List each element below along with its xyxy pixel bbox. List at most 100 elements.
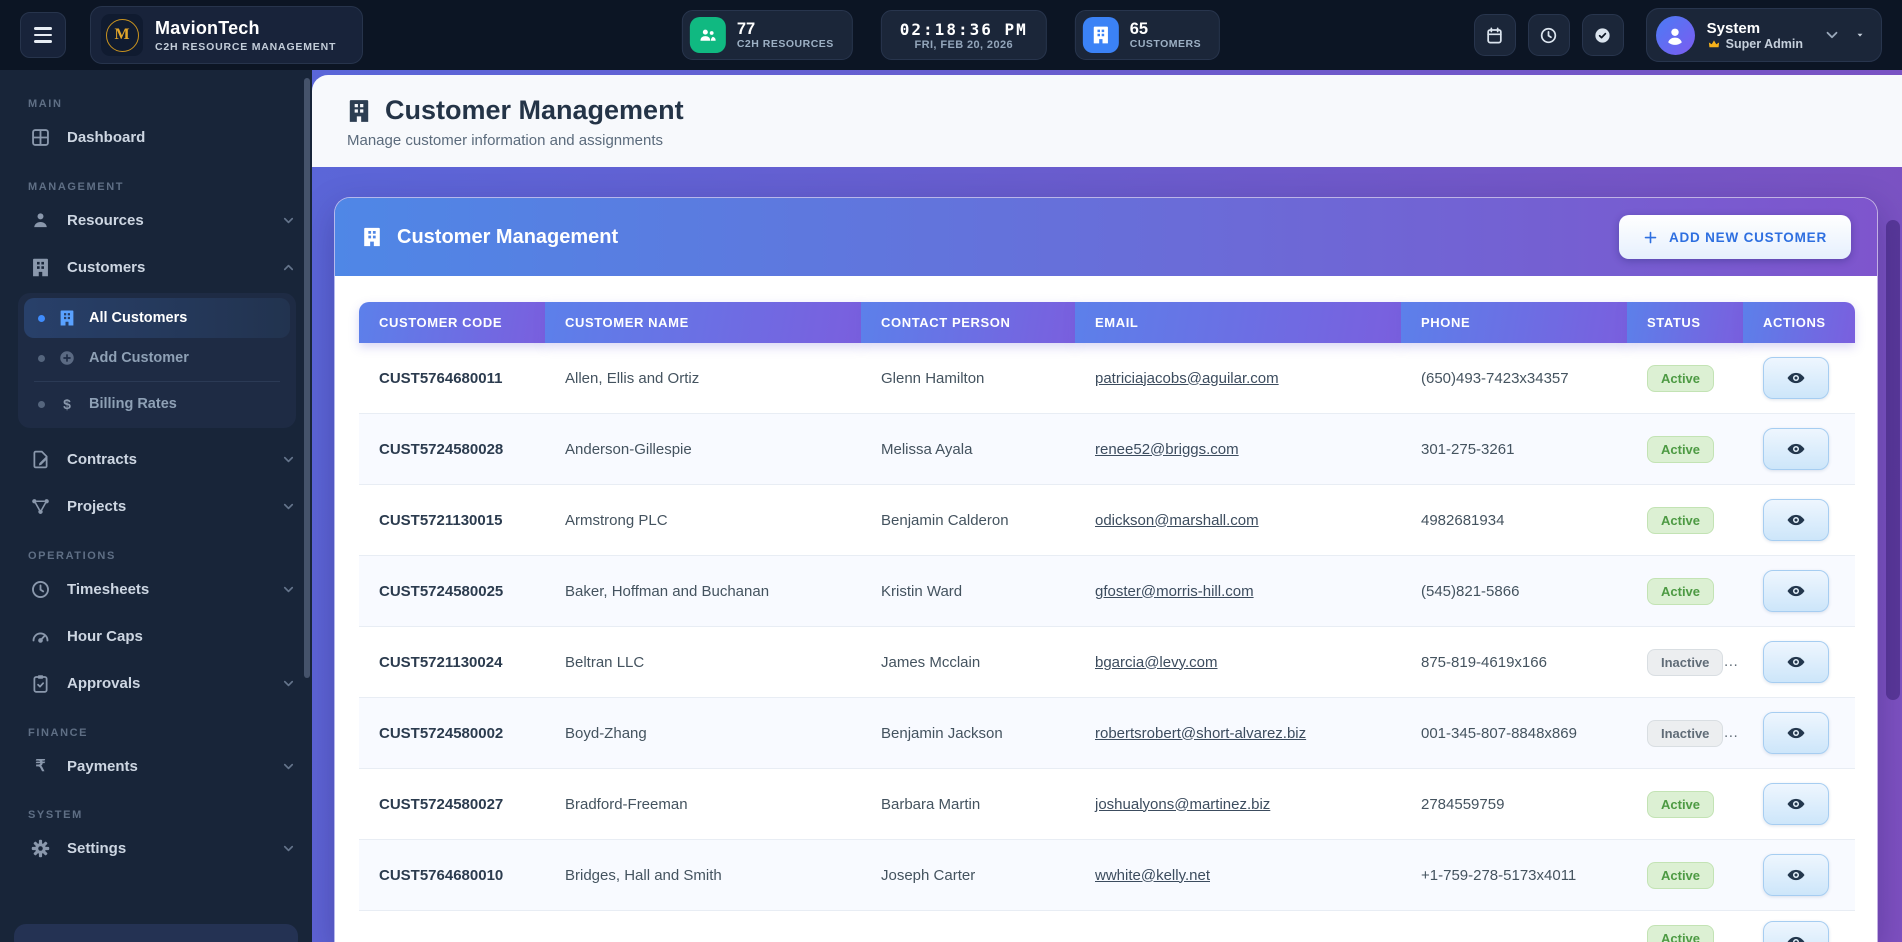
sidebar-item-contracts[interactable]: Contracts [0,436,312,483]
calendar-icon [1485,26,1504,45]
view-customer-button[interactable] [1763,921,1829,942]
cell-email [1075,911,1401,942]
sidebar-item-timesheets[interactable]: Timesheets [0,566,312,613]
cell-customer-code: CUST5724580028 [359,414,545,485]
chevron-down-icon [281,841,296,856]
view-customer-button[interactable] [1763,712,1829,754]
column-header-contact-person[interactable]: CONTACT PERSON [861,302,1075,343]
cell-phone: 2784559759 [1401,769,1627,840]
email-link[interactable]: robertsrobert@short-alvarez.biz [1095,725,1306,742]
sidebar-item-payments[interactable]: ₹ Payments [0,743,312,789]
email-link[interactable]: bgarcia@levy.com [1095,654,1218,671]
clock-button[interactable] [1528,14,1570,56]
column-header-status[interactable]: STATUS [1627,302,1743,343]
cell-status: Active [1627,840,1743,911]
status-badge: Inactive [1647,720,1723,747]
chevron-down-icon [281,582,296,597]
email-link[interactable]: renee52@briggs.com [1095,441,1239,458]
status-badge: Active [1647,578,1714,605]
bullet-dot [38,355,45,362]
email-link[interactable]: wwhite@kelly.net [1095,867,1210,884]
cell-status: Active [1627,556,1743,627]
brand-logo-icon: M [101,14,143,56]
cell-status: Active [1627,414,1743,485]
sidebar-item-customers[interactable]: Customers [0,244,312,291]
building-icon [361,226,383,248]
people-icon [690,17,726,53]
table-row: CUST5724580025Baker, Hoffman and Buchana… [359,556,1855,627]
person-icon [1663,23,1687,47]
add-new-customer-button[interactable]: ADD NEW CUSTOMER [1619,215,1851,259]
sidebar-item-hour-caps[interactable]: Hour Caps [0,613,312,660]
menu-toggle-button[interactable] [20,12,66,58]
check-circle-icon [1593,26,1612,45]
sidebar-item-all-customers[interactable]: All Customers [24,298,290,338]
customers-stat-badge: 65 CUSTOMERS [1075,10,1220,60]
page-subtitle: Manage customer information and assignme… [347,132,1866,149]
cell-phone: 875-819-4619x166 [1401,627,1627,698]
column-header-phone[interactable]: PHONE [1401,302,1627,343]
column-header-customer-code[interactable]: CUSTOMER CODE [359,302,545,343]
brand[interactable]: M MavionTech C2H RESOURCE MANAGEMENT [90,6,363,64]
calendar-button[interactable] [1474,14,1516,56]
cell-phone: (545)821-5866 [1401,556,1627,627]
chevron-down-icon [281,676,296,691]
card-header: Customer Management ADD NEW CUSTOMER [335,198,1877,276]
column-header-customer-name[interactable]: CUSTOMER NAME [545,302,861,343]
sidebar-item-projects[interactable]: Projects [0,483,312,530]
cell-customer-name: Anderson-Gillespie [545,414,861,485]
view-customer-button[interactable] [1763,570,1829,612]
view-customer-button[interactable] [1763,783,1829,825]
view-customer-button[interactable] [1763,499,1829,541]
eye-icon [1786,368,1806,388]
column-header-email[interactable]: EMAIL [1075,302,1401,343]
cell-customer-name: Boyd-Zhang [545,698,861,769]
cell-contact-person: Melissa Ayala [861,414,1075,485]
table-row: CUST5721130015Armstrong PLCBenjamin Cald… [359,485,1855,556]
column-header-actions[interactable]: ACTIONS [1743,302,1855,343]
table-row: CUST5724580002Boyd-ZhangBenjamin Jackson… [359,698,1855,769]
content-area: Customer Management Manage customer info… [312,70,1902,942]
sidebar-item-add-customer[interactable]: Add Customer [24,338,290,378]
sidebar-item-settings[interactable]: Settings [0,825,312,872]
main-scrollbar-thumb[interactable] [1886,220,1900,700]
cell-status: Inactive [1627,698,1743,769]
sidebar-item-resources[interactable]: Resources [0,197,312,244]
user-menu[interactable]: System Super Admin [1646,8,1882,62]
view-customer-button[interactable] [1763,854,1829,896]
view-customer-button[interactable] [1763,641,1829,683]
email-link[interactable]: joshualyons@martinez.biz [1095,796,1270,813]
brand-name: MavionTech [155,18,336,39]
sidebar-bottom-item[interactable] [14,924,298,942]
cell-customer-name: Bradford-Freeman [545,769,861,840]
cell-contact-person [861,911,1075,942]
chevron-down-icon [281,452,296,467]
plus-icon [1643,230,1658,245]
cell-actions [1743,414,1855,485]
sidebar-item-approvals[interactable]: Approvals [0,660,312,707]
sidebar-item-dashboard[interactable]: Dashboard [0,114,312,161]
cell-customer-name: Baker, Hoffman and Buchanan [545,556,861,627]
view-customer-button[interactable] [1763,357,1829,399]
email-link[interactable]: odickson@marshall.com [1095,512,1259,529]
table-row: CUST5721130024Beltran LLCJames Mcclainbg… [359,627,1855,698]
cell-email: patriciajacobs@aguilar.com [1075,343,1401,414]
clock-widget: 02:18:36 PM FRI, FEB 20, 2026 [881,10,1047,60]
view-customer-button[interactable] [1763,428,1829,470]
cell-customer-code [359,911,545,942]
customer-table: CUSTOMER CODE CUSTOMER NAME CONTACT PERS… [359,302,1855,942]
sidebar-item-billing-rates[interactable]: $ Billing Rates [24,385,290,423]
approvals-button[interactable] [1582,14,1624,56]
chevron-down-icon [1823,26,1841,44]
cell-email: renee52@briggs.com [1075,414,1401,485]
section-label-main: MAIN [28,98,312,110]
clock-icon [1539,26,1558,45]
email-link[interactable]: patriciajacobs@aguilar.com [1095,370,1279,387]
building-icon [1083,17,1119,53]
email-link[interactable]: gfoster@morris-hill.com [1095,583,1254,600]
sidebar-scrollbar-thumb[interactable] [304,78,310,678]
chevron-up-icon [281,260,296,275]
cell-customer-code: CUST5724580002 [359,698,545,769]
status-badge: Inactive [1647,649,1723,676]
table-header-row: CUSTOMER CODE CUSTOMER NAME CONTACT PERS… [359,302,1855,343]
